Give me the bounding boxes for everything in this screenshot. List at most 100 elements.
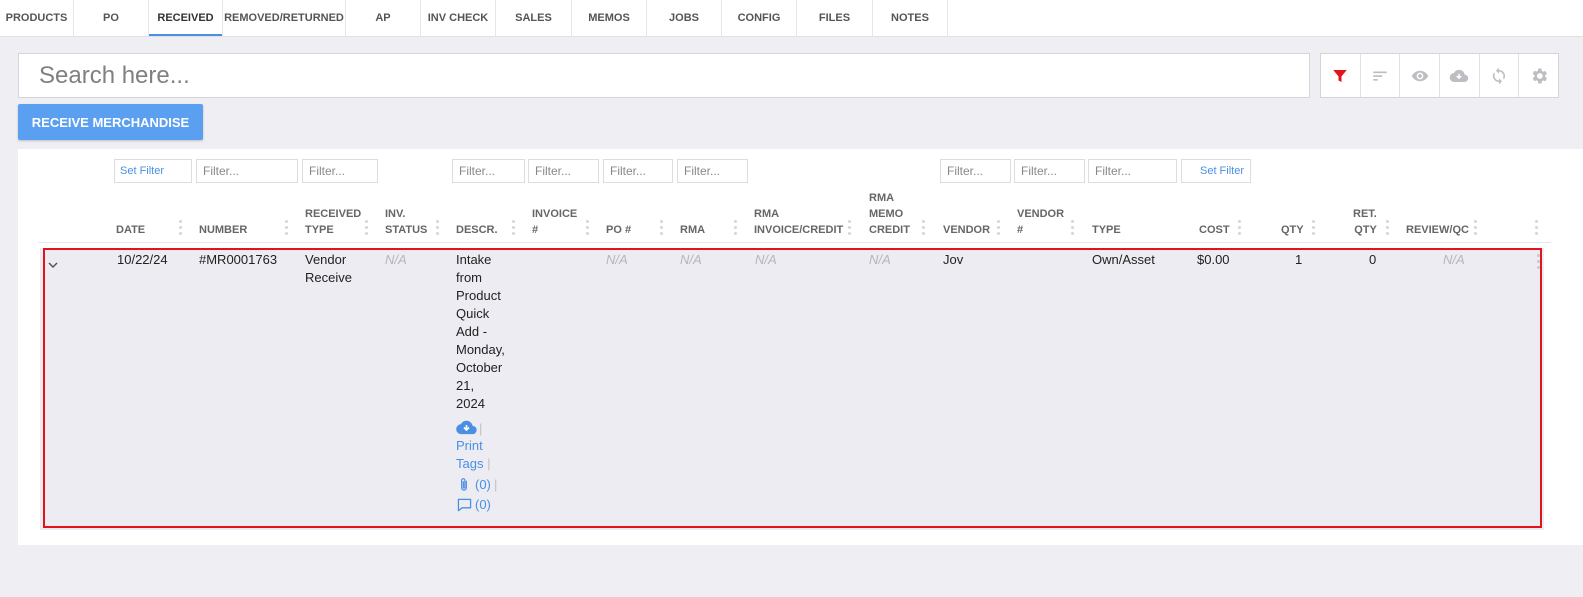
tab-bar: PRODUCTS PO RECEIVED REMOVED/RETURNED AP…	[0, 0, 1583, 37]
row-ret-qty: 0	[1369, 252, 1377, 267]
tab-files[interactable]: FILES	[797, 0, 873, 36]
vendor-filter-input[interactable]	[940, 159, 1011, 183]
filter-icon	[1333, 69, 1348, 82]
tab-sales[interactable]: SALES	[496, 0, 572, 36]
row-descr: Intake from Product Quick Add - Monday, Octo…	[456, 252, 505, 411]
column-resize-handle[interactable]	[436, 220, 439, 238]
received-grid: Set Filter Set Filter DATE NUMBER RECEIV…	[18, 149, 1583, 545]
row-date: 10/22/24	[117, 252, 168, 267]
comments-count[interactable]: (0)	[475, 496, 491, 514]
paperclip-icon[interactable]	[458, 477, 470, 492]
row-rma-memo-credit: N/A	[869, 252, 891, 267]
cloud-download-icon	[1450, 69, 1469, 82]
invoice-filter-input[interactable]	[528, 159, 599, 183]
view-button[interactable]	[1400, 54, 1441, 97]
header-vendor-number[interactable]: VENDOR #	[1017, 206, 1064, 238]
row-inv-status: N/A	[385, 252, 407, 267]
tab-jobs[interactable]: JOBS	[647, 0, 722, 36]
header-review-qc[interactable]: REVIEW/QC	[1406, 222, 1469, 238]
tab-memos[interactable]: MEMOS	[572, 0, 647, 36]
header-invoice[interactable]: INVOICE #	[532, 206, 577, 238]
tab-removed-returned[interactable]: REMOVED/RETURNED	[223, 0, 346, 36]
tab-po[interactable]: PO	[74, 0, 149, 36]
row-po: N/A	[606, 252, 628, 267]
vendor-number-filter-input[interactable]	[1014, 159, 1085, 183]
header-ret-qty[interactable]: RET. QTY	[1353, 206, 1377, 238]
row-rma-invoice-credit: N/A	[755, 252, 777, 267]
gear-icon	[1532, 68, 1547, 83]
column-resize-handle[interactable]	[734, 220, 737, 238]
row-cost: $0.00	[1197, 252, 1230, 267]
header-po[interactable]: PO #	[606, 222, 631, 238]
column-resize-handle[interactable]	[512, 220, 515, 238]
tab-received[interactable]: RECEIVED	[149, 0, 223, 36]
cloud-download-icon[interactable]	[456, 420, 477, 435]
column-resize-handle[interactable]	[1312, 220, 1315, 238]
received-type-filter-input[interactable]	[302, 159, 378, 183]
tab-products[interactable]: PRODUCTS	[0, 0, 74, 36]
header-rma[interactable]: RMA	[680, 222, 705, 238]
column-resize-handle[interactable]	[922, 220, 925, 238]
header-vendor[interactable]: VENDOR	[943, 222, 990, 238]
column-resize-handle[interactable]	[1386, 220, 1389, 238]
separator: |	[479, 421, 483, 436]
po-filter-input[interactable]	[603, 159, 673, 183]
rma-filter-input[interactable]	[677, 159, 748, 183]
print-tags-link[interactable]: Print Tags |	[456, 437, 490, 473]
header-rma-memo-credit[interactable]: RMA MEMO CREDIT	[869, 190, 910, 238]
row-received-type: Vendor Receive	[305, 252, 352, 285]
row-menu-handle[interactable]	[1537, 254, 1540, 272]
row-rma: N/A	[680, 252, 702, 267]
tab-notes[interactable]: NOTES	[873, 0, 948, 36]
header-type[interactable]: TYPE	[1092, 222, 1121, 238]
receive-merchandise-button[interactable]: RECEIVE MERCHANDISE	[18, 104, 203, 140]
column-resize-handle[interactable]	[1071, 220, 1074, 238]
column-resize-handle[interactable]	[660, 220, 663, 238]
eye-icon	[1411, 70, 1428, 81]
search-input[interactable]	[18, 53, 1310, 98]
header-qty[interactable]: QTY	[1281, 222, 1304, 238]
header-divider	[38, 242, 1551, 243]
column-resize-handle[interactable]	[365, 220, 368, 238]
comment-icon[interactable]	[457, 498, 472, 512]
attachments-count[interactable]: (0)	[475, 476, 491, 494]
row-type: Own/Asset	[1092, 252, 1155, 267]
header-number[interactable]: NUMBER	[199, 222, 247, 238]
filter-button[interactable]	[1321, 54, 1361, 97]
column-resize-handle[interactable]	[997, 220, 1000, 238]
number-filter-input[interactable]	[196, 159, 298, 183]
toolbar	[1320, 53, 1559, 98]
header-cost[interactable]: COST	[1199, 222, 1230, 238]
column-resize-handle[interactable]	[586, 220, 589, 238]
row-review-qc: N/A	[1443, 252, 1465, 267]
download-button[interactable]	[1440, 54, 1480, 97]
column-resize-handle[interactable]	[179, 220, 182, 238]
column-resize-handle[interactable]	[1535, 220, 1538, 238]
refresh-button[interactable]	[1480, 54, 1520, 97]
chevron-down-icon[interactable]	[47, 260, 59, 270]
column-resize-handle[interactable]	[1238, 220, 1241, 238]
header-inv-status[interactable]: INV. STATUS	[385, 206, 427, 238]
sort-button[interactable]	[1361, 54, 1401, 97]
refresh-icon	[1492, 67, 1506, 84]
tab-config[interactable]: CONFIG	[722, 0, 797, 36]
settings-button[interactable]	[1519, 54, 1558, 97]
header-descr[interactable]: DESCR.	[456, 222, 498, 238]
descr-filter-input[interactable]	[452, 159, 525, 183]
column-resize-handle[interactable]	[848, 220, 851, 238]
type-filter-input[interactable]	[1088, 159, 1177, 183]
row-qty: 1	[1295, 252, 1303, 267]
tab-inv-check[interactable]: INV CHECK	[421, 0, 496, 36]
cost-set-filter-button[interactable]: Set Filter	[1181, 159, 1251, 183]
table-row[interactable]	[40, 248, 1544, 530]
date-set-filter-button[interactable]: Set Filter	[114, 159, 192, 183]
sort-icon	[1373, 71, 1387, 81]
column-resize-handle[interactable]	[285, 220, 288, 238]
header-received-type[interactable]: RECEIVED TYPE	[305, 206, 361, 238]
header-rma-invoice-credit[interactable]: RMA INVOICE/CREDIT	[754, 206, 843, 238]
header-date[interactable]: DATE	[116, 222, 145, 238]
tab-ap[interactable]: AP	[346, 0, 421, 36]
column-resize-handle[interactable]	[1474, 220, 1477, 238]
row-number[interactable]: #MR0001763	[199, 251, 277, 269]
separator: |	[487, 456, 491, 471]
